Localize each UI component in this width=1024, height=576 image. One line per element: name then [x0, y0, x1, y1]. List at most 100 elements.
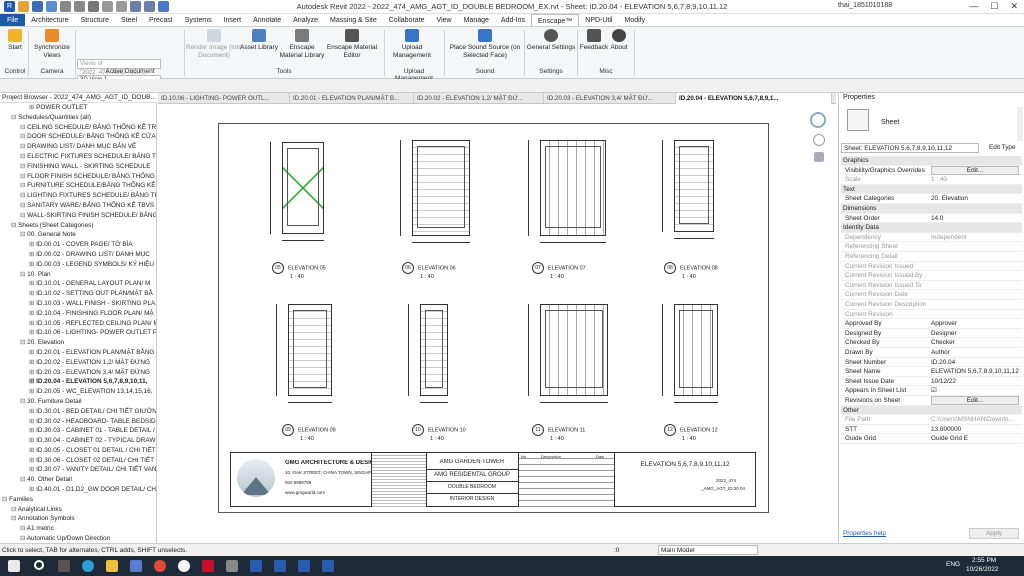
- menu-annotate[interactable]: Annotate: [247, 14, 287, 26]
- expander-icon[interactable]: ⊟: [11, 515, 18, 522]
- project-browser[interactable]: ⊞ POWER OUTLET ⊟ Schedules/Quantities (al…: [0, 103, 157, 543]
- browser-item[interactable]: ⊞ ID.30.05 - CLOSET 01 DETAIL / CHI TIẾT: [0, 446, 156, 456]
- model-selector[interactable]: Main Model: [658, 545, 758, 555]
- revit-icon[interactable]: [274, 560, 286, 572]
- elevation-tag[interactable]: 11 ELEVATION 11: [532, 424, 585, 436]
- menu-analyze[interactable]: Analyze: [287, 14, 324, 26]
- browser-item[interactable]: ⊞ ID.40.01 - D1,D2_GW DOOR DETAIL/ CH: [0, 485, 156, 495]
- edit-type-button[interactable]: Edit Type: [989, 144, 1016, 151]
- browser-item[interactable]: ⊞ ID.10.01 - GENERAL LAYOUT PLAN/ M: [0, 279, 156, 289]
- elevation-tag[interactable]: 10 ELEVATION 10: [412, 424, 466, 436]
- menu-systems[interactable]: Systems: [179, 14, 218, 26]
- render-image-button[interactable]: Render Image (Into Document): [186, 29, 242, 59]
- menu-structure[interactable]: Structure: [75, 14, 115, 26]
- menu-architecture[interactable]: Architecture: [25, 14, 74, 26]
- browser-item[interactable]: ⊟ A1 metric: [0, 524, 156, 534]
- browser-item[interactable]: ⊞ ID.10.05 - REFLECTED CEILING PLAN/ M: [0, 319, 156, 329]
- browser-item[interactable]: ⊞ ID.00.02 - DRAWING LIST/ DANH MỤC: [0, 250, 156, 260]
- menu-massing-site[interactable]: Massing & Site: [324, 14, 383, 26]
- property-value[interactable]: C:\Users\MSNHAN\Downlo...: [931, 415, 1014, 425]
- asset-library-button[interactable]: Asset Library: [240, 29, 278, 52]
- revit-icon[interactable]: [250, 560, 262, 572]
- navigation-wheel-icon[interactable]: [810, 112, 826, 128]
- menu-precast[interactable]: Precast: [143, 14, 179, 26]
- elevation-tag[interactable]: 12 ELEVATION 12: [664, 424, 718, 436]
- elevation-tag[interactable]: 07 ELEVATION 07: [532, 262, 586, 274]
- browser-item[interactable]: ⊟ Sheets (Sheet Categories): [0, 221, 156, 231]
- edge-icon[interactable]: [82, 560, 94, 572]
- browser-item[interactable]: ⊟ WALL-SKIRTING FINISH SCHEDULE/ BẢNG: [0, 211, 156, 221]
- browser-item[interactable]: ⊟ 20. Elevation: [0, 338, 156, 348]
- browser-item[interactable]: ⊟ 30. Furniture Detail: [0, 397, 156, 407]
- browser-item[interactable]: ⊞ ID.20.01 - ELEVATION PLAN/MẶT BẰNG: [0, 348, 156, 358]
- browser-item[interactable]: ⊞ ID.30.02 - HEADBOARD- TABLE BEDSIDE: [0, 417, 156, 427]
- property-value[interactable]: Guide Grid E: [931, 434, 968, 444]
- property-value[interactable]: Independent: [931, 233, 967, 243]
- browser-item[interactable]: ⊞ ID.20.02 - ELEVATION 1,2/ MẶT ĐỨNG: [0, 358, 156, 368]
- upload-management-button[interactable]: Upload Management: [390, 29, 434, 59]
- windows-start-icon[interactable]: [8, 560, 20, 572]
- browser-item[interactable]: ⊟ SANITARY WARE/ BẢNG THỐNG KÊ TBVS: [0, 201, 156, 211]
- menu-modify[interactable]: Modify: [619, 14, 652, 26]
- view-tab[interactable]: ID.10.06 - LIGHTING- POWER OUTL...: [158, 93, 290, 104]
- browser-item[interactable]: ⊞ POWER OUTLET: [0, 103, 156, 113]
- menu-collaborate[interactable]: Collaborate: [383, 14, 431, 26]
- minimize-icon[interactable]: —: [969, 1, 978, 12]
- close-icon[interactable]: ✕: [1010, 1, 1018, 12]
- synchronize-views-button[interactable]: Synchronize Views: [30, 29, 74, 59]
- maximize-icon[interactable]: ☐: [990, 1, 998, 12]
- property-value[interactable]: 13.000000: [931, 425, 961, 435]
- browser-item[interactable]: ⊞ ID.10.04 - FINISHING FLOOR PLAN/ MẶ: [0, 309, 156, 319]
- apply-button[interactable]: Apply: [969, 528, 1019, 539]
- browser-item[interactable]: ⊟ 40. Other Detail: [0, 475, 156, 485]
- menu-insert[interactable]: Insert: [218, 14, 248, 26]
- instance-selector[interactable]: Sheet: ELEVATION 5,6,7,8,9,10,11,12: [841, 143, 979, 153]
- property-section[interactable]: Identity Data: [841, 223, 1022, 233]
- browser-item[interactable]: ⊟ ELECTRIC FIXTURES SCHEDULE/ BẢNG THỐNG: [0, 152, 156, 162]
- material-library-button[interactable]: Enscape Material Library: [278, 29, 326, 59]
- browser-item[interactable]: ⊟ 00. General Note: [0, 230, 156, 240]
- menu-manage[interactable]: Manage: [458, 14, 495, 26]
- browser-item[interactable]: ⊟ FLOOR FINISH SCHEDULE/ BẢNG THỐNG KÊ: [0, 172, 156, 182]
- property-section[interactable]: Other: [841, 405, 1022, 416]
- revit-icon[interactable]: [322, 560, 334, 572]
- about-button[interactable]: About: [606, 29, 632, 52]
- general-settings-button[interactable]: General Settings: [526, 29, 576, 52]
- view-tab[interactable]: ID.20.02 - ELEVATION 1,2/ MẶT ĐỨ...: [414, 93, 544, 104]
- view-tab[interactable]: ID.20.03 - ELEVATION 3,4/ MẶT ĐỨ...: [544, 93, 676, 104]
- browser-item[interactable]: ⊞ ID.20.05 - WC_ELEVATION 13,14,15,16,: [0, 387, 156, 397]
- elevation-tag[interactable]: 08 ELEVATION 08: [664, 262, 718, 274]
- clock-date[interactable]: 10/26/2022: [966, 566, 999, 573]
- browser-item[interactable]: ⊞ ID.30.07 - VANITY DETAIL/ CHI TIẾT VAN: [0, 465, 156, 475]
- properties-help-link[interactable]: Properties help: [843, 530, 886, 537]
- property-value[interactable]: 14.0: [931, 214, 943, 224]
- property-section[interactable]: Dimensions: [841, 204, 1022, 214]
- view-tab[interactable]: ID.20.01 - ELEVATION PLAN/MẶT B...: [290, 93, 414, 104]
- browser-item[interactable]: ⊞ ID.10.06 - LIGHTING- POWER OUTLET P: [0, 328, 156, 338]
- browser-item[interactable]: ⊞ ID.30.04 - CABINET 02 - TYPICAL DRAW: [0, 436, 156, 446]
- clock-time[interactable]: 2:55 PM: [972, 557, 996, 564]
- input-language[interactable]: ENG: [946, 561, 960, 568]
- property-value[interactable]: ☑: [931, 386, 937, 396]
- browser-item[interactable]: ⊟ FINISHING WALL - SKIRTING SCHEDULE: [0, 162, 156, 172]
- app-icon[interactable]: [178, 560, 190, 572]
- browser-item[interactable]: ⊟ Families: [0, 495, 156, 505]
- browser-item[interactable]: ⊞ ID.10.02 - SETTING OUT PLAN/MẶT BẰ: [0, 289, 156, 299]
- place-sound-source-button[interactable]: Place Sound Source (on Selected Face): [448, 29, 522, 59]
- property-value[interactable]: Approver: [931, 319, 957, 329]
- elevation-tag[interactable]: 06 ELEVATION 06: [402, 262, 456, 274]
- property-value[interactable]: Checker: [931, 338, 955, 348]
- menu-npd-util[interactable]: NPD-Util: [579, 14, 618, 26]
- browser-item[interactable]: ⊟ DRAWING LIST/ DANH MỤC BẢN VẼ: [0, 142, 156, 152]
- edit-button[interactable]: Edit...: [931, 165, 1019, 175]
- autocad-icon[interactable]: [202, 560, 214, 572]
- start-button[interactable]: Start: [4, 29, 26, 52]
- expander-icon[interactable]: ⊟: [20, 525, 27, 532]
- view-tab[interactable]: ID.20.04 - ELEVATION 5,6,7,8,9,1...: [676, 93, 832, 104]
- browser-item[interactable]: ⊟ 10. Plan: [0, 270, 156, 280]
- task-view-icon[interactable]: [58, 560, 70, 572]
- property-section[interactable]: Graphics: [841, 156, 1022, 166]
- elevation-tag[interactable]: 05 ELEVATION 05: [272, 262, 326, 274]
- property-value[interactable]: 1 : 40: [931, 175, 947, 185]
- browser-item[interactable]: ⊞ ID.10.03 - WALL FINISH - SKIRTING PLA: [0, 299, 156, 309]
